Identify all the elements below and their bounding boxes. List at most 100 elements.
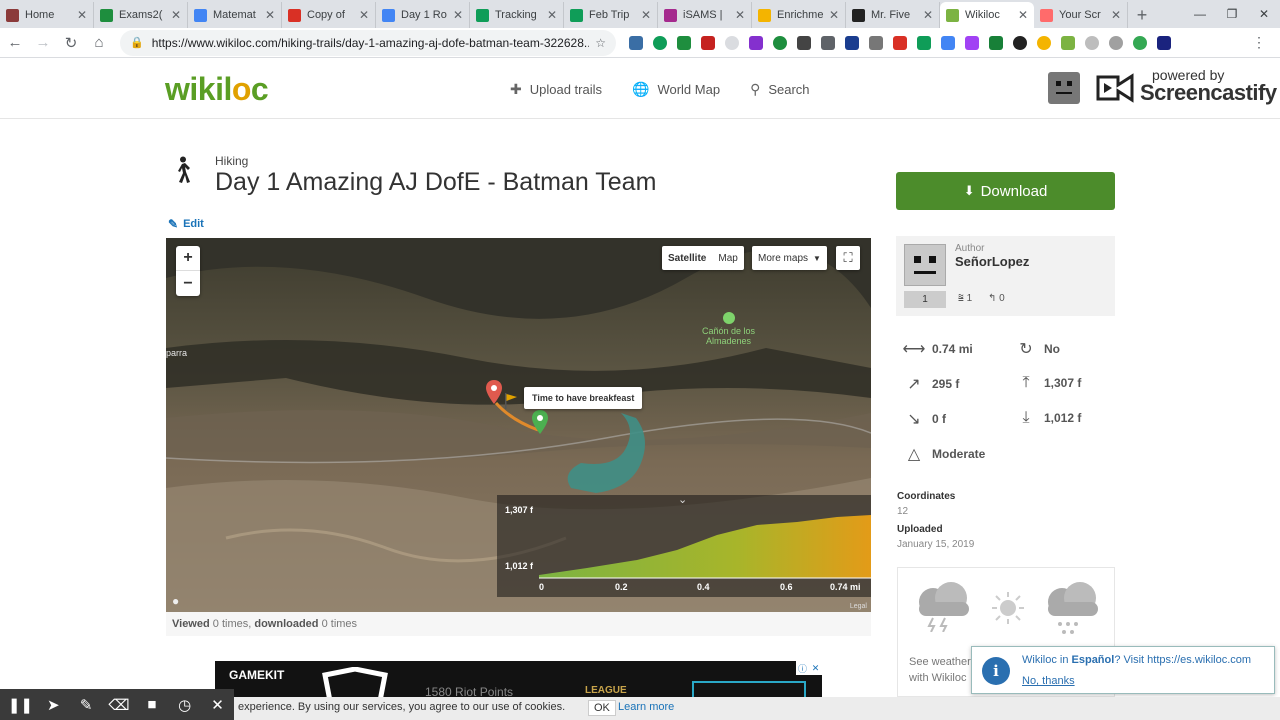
browser-tab-5[interactable]: Day 1 Ro ✕	[376, 2, 470, 28]
followers-stat[interactable]: ⩰ 1	[958, 293, 972, 304]
browser-tab-6[interactable]: Tracking ✕	[470, 2, 564, 28]
extension-icon[interactable]	[821, 35, 835, 50]
nav-upload-trails[interactable]: ✚ Upload trails	[510, 81, 602, 98]
edit-link[interactable]: ✎ Edit	[168, 217, 204, 231]
extension-icon[interactable]	[1037, 35, 1051, 50]
extension-icon[interactable]	[965, 35, 979, 50]
camera-icon[interactable]: ■	[135, 696, 168, 713]
bookmark-star-icon[interactable]: ☆	[595, 36, 606, 50]
browser-tab-3[interactable]: Matemat ✕	[188, 2, 282, 28]
no-thanks-link[interactable]: No, thanks	[1022, 675, 1075, 687]
eraser-icon[interactable]: ⌫	[103, 696, 136, 714]
extension-icon[interactable]	[653, 35, 667, 50]
extension-icon[interactable]	[1013, 35, 1027, 50]
extension-icon[interactable]	[917, 35, 931, 50]
hiker-icon	[172, 156, 192, 191]
fullscreen-button[interactable]: ⛶	[836, 246, 860, 270]
restore-icon[interactable]: ❐	[1216, 0, 1248, 28]
cookie-ok-button[interactable]: OK	[588, 700, 616, 716]
browser-tab-2[interactable]: Exams2( ✕	[94, 2, 188, 28]
extension-icon[interactable]	[677, 35, 691, 50]
close-icon[interactable]: ✕	[1111, 8, 1121, 22]
forward-arrow-icon[interactable]: →	[30, 30, 56, 56]
extension-icon[interactable]	[1061, 35, 1075, 50]
ad-banner[interactable]: GAMEKIT 1580 Riot Points LEAGUE ⓘ ✕	[215, 661, 822, 697]
browser-tab-11[interactable]: Wikiloc ✕	[940, 2, 1034, 28]
close-icon[interactable]: ✕	[77, 8, 87, 22]
waypoint-flag-icon[interactable]	[504, 393, 518, 409]
author-name[interactable]: SeñorLopez	[955, 254, 1029, 269]
close-icon[interactable]: ✕	[829, 8, 839, 22]
address-bar[interactable]: 🔒 https://www.wikiloc.com/hiking-trails/…	[120, 29, 616, 56]
extension-icon[interactable]	[845, 35, 859, 50]
extension-icon[interactable]	[629, 35, 643, 50]
browser-tab-9[interactable]: Enrichme ✕	[752, 2, 846, 28]
extension-icon[interactable]	[749, 35, 763, 50]
legal-link[interactable]: Legal	[850, 603, 867, 610]
difficulty-value: Moderate	[932, 447, 986, 461]
timer-icon[interactable]: ◷	[168, 696, 201, 714]
nav-search[interactable]: ⚲ Search	[750, 81, 809, 98]
browser-tab-1[interactable]: Home ✕	[0, 2, 94, 28]
start-marker-icon[interactable]	[486, 380, 502, 404]
extension-icon[interactable]	[725, 35, 739, 50]
browser-menu-icon[interactable]: ⋮	[1252, 34, 1266, 51]
user-avatar[interactable]	[1048, 72, 1080, 104]
close-icon[interactable]: ✕	[1018, 8, 1028, 22]
author-avatar[interactable]	[904, 244, 946, 286]
extension-icon[interactable]	[701, 35, 715, 50]
ad-close-icon[interactable]: ✕	[809, 661, 822, 675]
close-icon[interactable]: ✕	[641, 8, 651, 22]
close-icon[interactable]: ✕	[923, 8, 933, 22]
close-icon[interactable]: ✕	[547, 8, 557, 22]
zoom-in-button[interactable]: +	[176, 246, 200, 271]
browser-tab-12[interactable]: Your Scr ✕	[1034, 2, 1128, 28]
reload-icon[interactable]: ↻	[58, 30, 84, 56]
minimize-icon[interactable]: —	[1184, 0, 1216, 28]
learn-more-link[interactable]: Learn more	[618, 701, 674, 713]
browser-tab-7[interactable]: Feb Trip ✕	[564, 2, 658, 28]
extension-icon[interactable]	[989, 35, 1003, 50]
satellite-button[interactable]: Satellite	[662, 246, 712, 270]
close-icon[interactable]: ✕	[171, 8, 181, 22]
zoom-out-button[interactable]: −	[176, 271, 200, 296]
wikiloc-logo[interactable]: wikiloc	[165, 71, 269, 108]
pen-icon[interactable]: ✎	[70, 696, 103, 714]
new-tab-icon[interactable]: +	[1128, 2, 1156, 28]
ad-info-icon[interactable]: ⓘ	[796, 661, 809, 675]
close-icon[interactable]: ✕	[359, 8, 369, 22]
more-maps-dropdown[interactable]: More maps ▼	[752, 246, 827, 270]
extension-icon[interactable]	[893, 35, 907, 50]
ad-button-frame[interactable]	[692, 681, 806, 697]
map-button[interactable]: Map	[712, 246, 743, 270]
close-icon[interactable]: ✕	[265, 8, 275, 22]
extension-icon[interactable]	[1085, 35, 1099, 50]
close-window-icon[interactable]: ✕	[1248, 0, 1280, 28]
close-icon[interactable]: ✕	[201, 696, 234, 714]
extension-icon[interactable]	[869, 35, 883, 50]
extension-icon[interactable]	[1157, 35, 1171, 50]
end-marker-icon[interactable]	[532, 410, 548, 434]
browser-tab-8[interactable]: iSAMS | ✕	[658, 2, 752, 28]
extension-icon[interactable]	[773, 35, 787, 50]
cursor-icon[interactable]: ➤	[37, 696, 70, 714]
extension-icon[interactable]	[797, 35, 811, 50]
extension-icon[interactable]	[1133, 35, 1147, 50]
back-arrow-icon[interactable]: ←	[2, 30, 28, 56]
tab-label: Matemat	[213, 9, 256, 21]
browser-tab-10[interactable]: Mr. Five ✕	[846, 2, 940, 28]
home-icon[interactable]: ⌂	[86, 30, 112, 56]
extension-icon[interactable]	[1109, 35, 1123, 50]
browser-tab-4[interactable]: Copy of ✕	[282, 2, 376, 28]
pause-icon[interactable]: ❚❚	[4, 696, 37, 714]
trail-map[interactable]: parra Cañón de los Almadenes Time to hav…	[166, 238, 871, 612]
close-icon[interactable]: ✕	[735, 8, 745, 22]
following-stat[interactable]: ↰ 0	[988, 293, 1005, 304]
elevation-profile[interactable]: ⌄ 1,307 f 1,012 f 0 0.2 0.4 0.6 0.74 mi	[497, 494, 871, 597]
nav-world-map[interactable]: 🌐 World Map	[632, 81, 720, 98]
notification-url-link[interactable]: https://es.wikiloc.com	[1147, 654, 1251, 666]
edit-label: Edit	[183, 218, 204, 230]
extension-icon[interactable]	[941, 35, 955, 50]
download-button[interactable]: ⬇ Download	[896, 172, 1115, 210]
close-icon[interactable]: ✕	[453, 8, 463, 22]
